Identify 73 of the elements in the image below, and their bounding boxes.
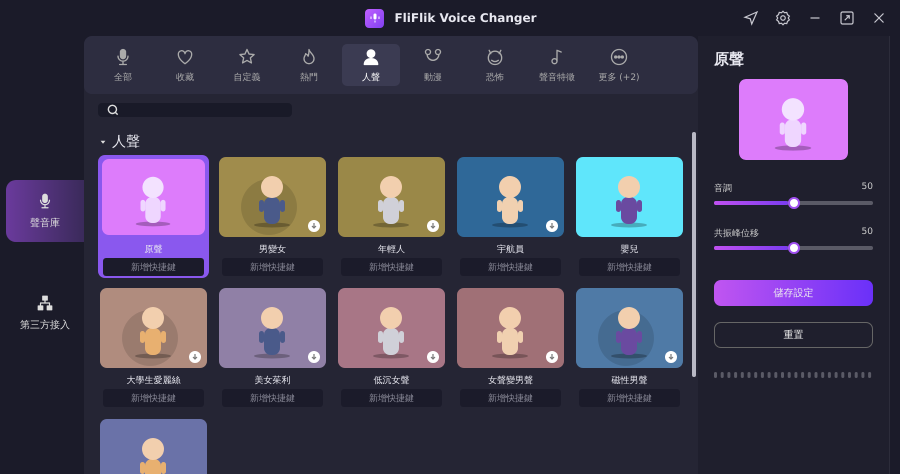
category-tab[interactable]: 收藏 xyxy=(156,44,214,86)
sidebar-item[interactable]: 第三方接入 xyxy=(6,282,84,344)
section-title: 人聲 xyxy=(112,133,140,151)
voice-name: 宇航員 xyxy=(497,244,524,255)
voice-card[interactable]: 女聲變男聲 新增快捷鍵 xyxy=(457,288,564,407)
voice-name: 磁性男聲 xyxy=(612,374,648,386)
category-tab[interactable]: 聲音特徵 xyxy=(528,44,586,86)
shortcut-button[interactable]: 新增快捷鍵 xyxy=(103,258,204,276)
settings-icon[interactable] xyxy=(774,9,792,27)
category-tab[interactable]: 更多 (+2) xyxy=(590,44,648,86)
download-icon[interactable] xyxy=(308,351,320,363)
category-tab[interactable]: 人聲 xyxy=(342,44,400,86)
slider-value: 50 xyxy=(862,227,873,239)
search-icon xyxy=(106,103,120,117)
voice-card[interactable]: 大學生愛麗絲 新增快捷鍵 xyxy=(100,288,207,407)
shortcut-button[interactable]: 新增快捷鍵 xyxy=(222,258,323,276)
scroll-thumb[interactable] xyxy=(692,132,696,377)
network-icon xyxy=(36,294,54,312)
shortcut-button[interactable]: 新增快捷鍵 xyxy=(103,389,204,407)
shortcut-button[interactable]: 新增快捷鍵 xyxy=(579,389,680,407)
voice-title: 原聲 xyxy=(714,50,745,69)
window-title: FliFlik Voice Changer xyxy=(394,11,537,25)
download-icon[interactable] xyxy=(189,351,201,363)
slider-value: 50 xyxy=(862,182,873,194)
category-tab[interactable]: 動漫 xyxy=(404,44,462,86)
download-icon[interactable] xyxy=(427,351,439,363)
shortcut-button[interactable]: 新增快捷鍵 xyxy=(341,389,442,407)
sidebar-item[interactable]: 聲音庫 xyxy=(6,180,84,242)
category-tab[interactable]: 恐怖 xyxy=(466,44,524,86)
shortcut-button[interactable]: 新增快捷鍵 xyxy=(460,258,561,276)
voice-name: 女聲變男聲 xyxy=(488,374,533,386)
voice-card[interactable]: 磁性男聲 新增快捷鍵 xyxy=(576,288,683,407)
app-logo xyxy=(365,8,384,28)
voice-name: 嬰兒 xyxy=(620,244,638,255)
voice-card[interactable]: 低沉女聲 新增快捷鍵 xyxy=(338,288,445,407)
reset-button[interactable]: 重置 xyxy=(714,322,873,348)
slider-thumb[interactable] xyxy=(788,242,800,254)
voice-card[interactable]: 宇航員 新增快捷鍵 xyxy=(457,157,564,276)
star-icon xyxy=(237,46,257,66)
download-icon[interactable] xyxy=(546,351,558,363)
save-button[interactable]: 儲存設定 xyxy=(714,280,873,306)
download-icon[interactable] xyxy=(546,220,558,232)
voice-name: 大學生愛麗絲 xyxy=(126,374,180,386)
person-icon xyxy=(361,46,381,66)
maximize-icon[interactable] xyxy=(838,9,856,27)
voice-card[interactable]: 男變女 新增快捷鍵 xyxy=(219,157,326,276)
voice-card[interactable]: 年輕人 新增快捷鍵 xyxy=(338,157,445,276)
shortcut-button[interactable]: 新增快捷鍵 xyxy=(579,258,680,276)
voice-card[interactable]: 原聲 新增快捷鍵 xyxy=(98,155,209,278)
slider-label: 共振峰位移 xyxy=(714,228,759,240)
voice-card[interactable]: 嬰兒 新增快捷鍵 xyxy=(576,157,683,276)
download-icon[interactable] xyxy=(308,220,320,232)
shortcut-button[interactable]: 新增快捷鍵 xyxy=(222,389,323,407)
send-icon[interactable] xyxy=(742,9,760,27)
voice-name: 低沉女聲 xyxy=(374,374,410,386)
search-field[interactable] xyxy=(98,103,292,117)
voice-card[interactable]: 美女茱利 新增快捷鍵 xyxy=(219,288,326,407)
voice-name: 美女茱利 xyxy=(254,374,290,386)
caret-icon[interactable] xyxy=(100,139,106,145)
slider-thumb[interactable] xyxy=(788,197,800,209)
download-icon[interactable] xyxy=(665,351,677,363)
shortcut-button[interactable]: 新增快捷鍵 xyxy=(341,258,442,276)
shortcut-button[interactable]: 新增快捷鍵 xyxy=(460,389,561,407)
devil-icon xyxy=(485,46,505,66)
voice-name: 男變女 xyxy=(259,244,286,255)
category-tab[interactable]: 自定義 xyxy=(218,44,276,86)
more-icon xyxy=(609,46,629,66)
voice-name: 原聲 xyxy=(144,244,162,255)
category-tab[interactable]: 熱門 xyxy=(280,44,338,86)
download-icon[interactable] xyxy=(427,220,439,232)
category-tab[interactable]: 全部 xyxy=(94,44,152,86)
voice-name: 年輕人 xyxy=(378,244,405,255)
slider-label: 音調 xyxy=(714,182,732,195)
